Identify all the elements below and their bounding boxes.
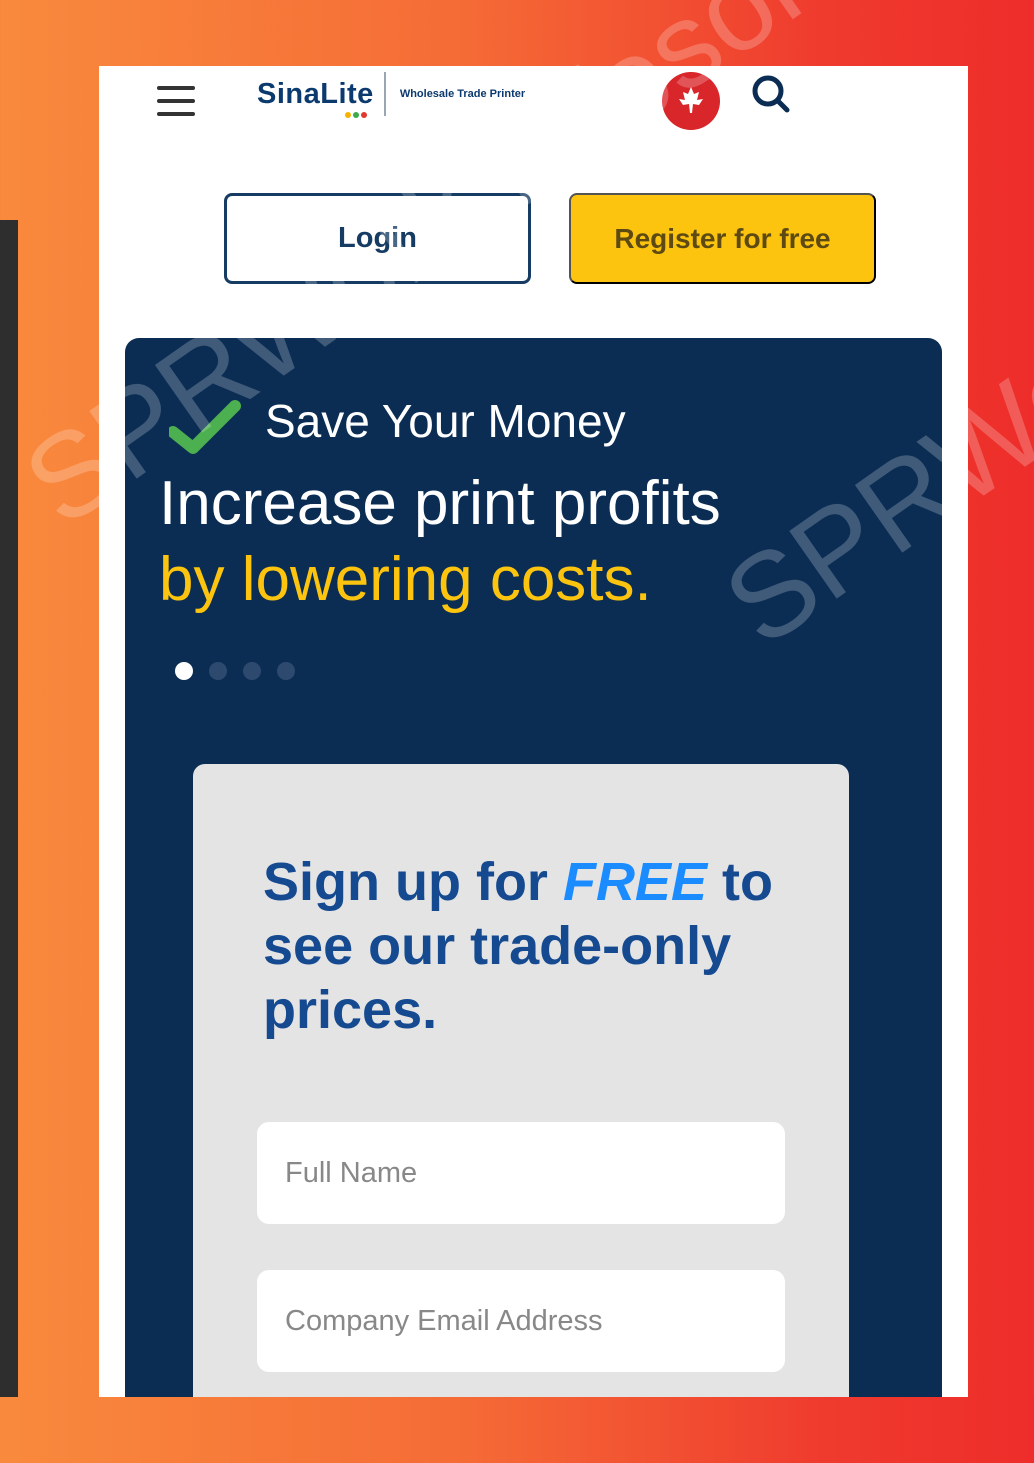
logo-text: SinaLite — [257, 77, 374, 110]
hero-tag: Save Your Money — [265, 395, 626, 447]
carousel-dot[interactable] — [277, 662, 295, 680]
hero-banner: Save Your Money Increase print profits b… — [125, 338, 942, 1397]
carousel-dot[interactable] — [243, 662, 261, 680]
full-name-input[interactable] — [257, 1122, 785, 1224]
signup-heading: Sign up for FREE to see our trade-only p… — [263, 850, 783, 1042]
logo-dots — [345, 112, 367, 118]
canada-flag-icon[interactable] — [662, 72, 720, 130]
register-button[interactable]: Register for free — [569, 193, 876, 284]
search-icon[interactable] — [749, 72, 793, 116]
site-logo[interactable]: SinaLite Wholesale Trade Printer — [257, 72, 526, 118]
logo-divider — [383, 72, 386, 116]
hero-highlight: by lowering costs. — [159, 545, 652, 614]
login-button[interactable]: Login — [224, 193, 531, 284]
company-email-input[interactable] — [257, 1270, 785, 1372]
signup-heading-pre: Sign up for — [263, 852, 563, 912]
carousel-dots — [175, 662, 295, 680]
background-dark-panel — [0, 220, 18, 1463]
signup-card: Sign up for FREE to see our trade-only p… — [193, 764, 849, 1397]
carousel-dot[interactable] — [209, 662, 227, 680]
hamburger-menu-icon[interactable] — [157, 86, 195, 116]
logo-tagline: Wholesale Trade Printer — [399, 88, 526, 100]
signup-heading-free: FREE — [562, 852, 707, 912]
background-bottom-band — [0, 1397, 1034, 1463]
mobile-screen: SinaLite Wholesale Trade Printer Login R… — [99, 66, 968, 1397]
hero-headline: Increase print profits — [159, 469, 721, 538]
checkmark-icon — [169, 400, 241, 454]
carousel-dot[interactable] — [175, 662, 193, 680]
